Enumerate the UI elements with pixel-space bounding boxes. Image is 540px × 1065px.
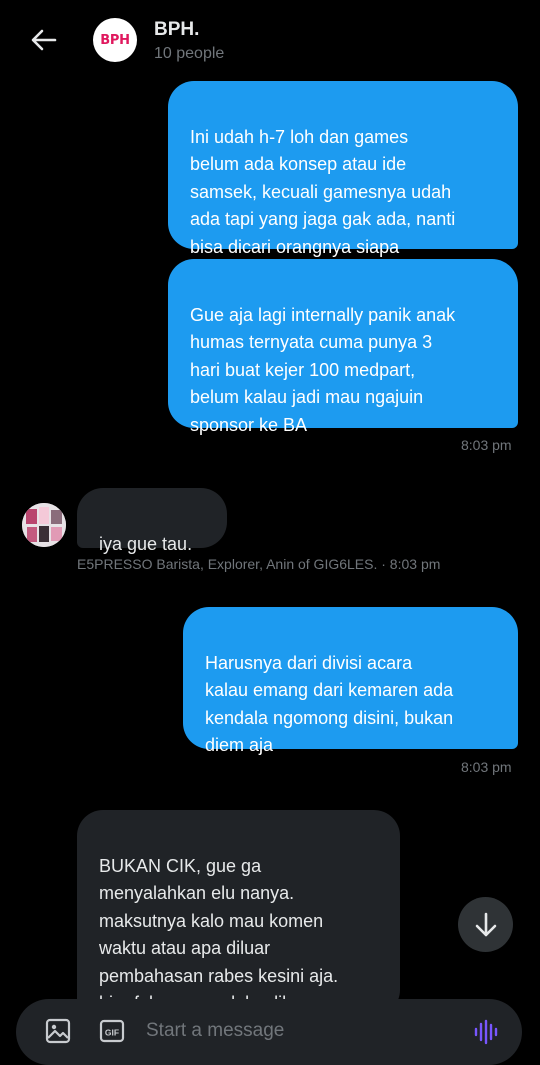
gif-button[interactable]: GIF	[99, 1018, 125, 1049]
gif-label: GIF	[105, 1028, 119, 1038]
arrow-down-icon	[475, 912, 496, 936]
voice-message-button[interactable]	[473, 1019, 499, 1050]
voice-wave-icon	[474, 1019, 498, 1045]
message-timestamp: 8:03 pm	[461, 437, 512, 453]
scroll-to-bottom-button[interactable]	[458, 897, 513, 952]
message-bubble-incoming[interactable]: iya gue tau.	[77, 488, 227, 554]
participant-count: 10 people	[154, 45, 225, 62]
sender-meta: E5PRESSO Barista, Explorer, Anin of GIG6…	[77, 556, 441, 572]
message-bubble-outgoing[interactable]: Ini udah h-7 loh dan games belum ada kon…	[168, 81, 518, 257]
message-bubble-incoming[interactable]: BUKAN CIK, gue ga menyalahkan elu nanya.…	[77, 810, 400, 1016]
message-text: Ini udah h-7 loh dan games belum ada kon…	[190, 126, 456, 257]
image-icon	[45, 1018, 71, 1044]
group-avatar-text: BPH	[100, 32, 130, 48]
message-input[interactable]: Start a message	[146, 1020, 284, 1042]
media-button[interactable]	[45, 1018, 71, 1049]
message-composer: GIF Start a message	[16, 999, 522, 1065]
back-button[interactable]	[26, 24, 62, 56]
sender-avatar[interactable]	[22, 503, 66, 547]
message-text: Harusnya dari divisi acara kalau emang d…	[205, 652, 454, 756]
message-bubble-outgoing[interactable]: Gue aja lagi internally panik anak humas…	[168, 259, 518, 435]
group-avatar[interactable]: BPH	[93, 18, 137, 62]
gif-icon: GIF	[99, 1019, 125, 1043]
message-text: Gue aja lagi internally panik anak humas…	[190, 304, 456, 435]
arrow-left-icon	[31, 29, 57, 51]
message-text: iya gue tau.	[99, 533, 193, 554]
conversation-header: BPH BPH. 10 people	[0, 0, 540, 80]
avatar-image-icon	[22, 503, 66, 547]
message-text: BUKAN CIK, gue ga menyalahkan elu nanya.…	[99, 855, 339, 1014]
message-bubble-outgoing[interactable]: Harusnya dari divisi acara kalau emang d…	[183, 607, 518, 755]
message-timestamp: 8:03 pm	[461, 759, 512, 775]
conversation-title[interactable]: BPH.	[154, 19, 199, 41]
